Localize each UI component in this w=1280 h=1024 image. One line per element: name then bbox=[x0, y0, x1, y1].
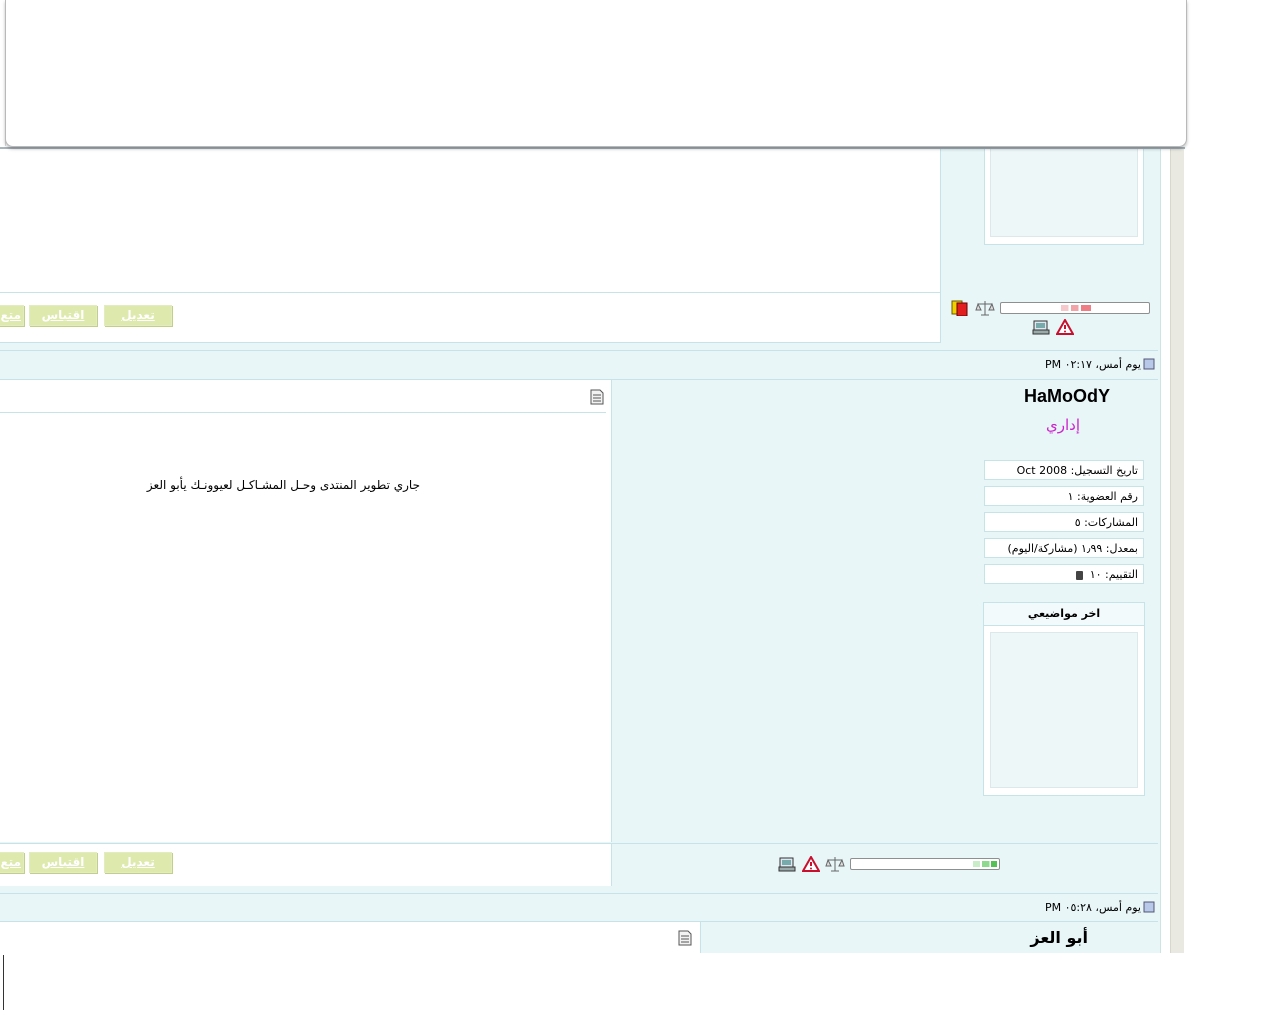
reputation-bar bbox=[850, 858, 1000, 870]
post-date: يوم أمس، ٠٢:١٧ PM bbox=[1044, 358, 1141, 371]
prev-more-button[interactable]: متع bbox=[0, 305, 24, 326]
latest-topics-title: اخر مواضيعي bbox=[984, 603, 1144, 626]
next-post-date: يوم أمس، ٠٥:٢٨ PM bbox=[1044, 901, 1141, 914]
post-title-divider bbox=[0, 412, 606, 413]
scales-icon[interactable] bbox=[975, 299, 995, 317]
next-post-header-bar bbox=[0, 893, 1158, 922]
post-header-bar bbox=[0, 350, 1158, 380]
popup-panel bbox=[5, 0, 1187, 147]
post-message-area bbox=[0, 380, 612, 842]
post-icon bbox=[1143, 358, 1155, 370]
edit-button[interactable]: تعديل bbox=[104, 852, 172, 873]
next-username[interactable]: أبو العز bbox=[960, 928, 1088, 947]
info-posts-count: المشاركات: ٥ bbox=[984, 512, 1144, 532]
rep-fill-red bbox=[1061, 305, 1091, 311]
info-join-date: تاريخ التسجيل: Oct 2008 bbox=[984, 460, 1144, 480]
page-bottom-blank bbox=[0, 953, 1280, 1024]
more-button[interactable]: متع bbox=[0, 852, 24, 873]
scroll-gutter bbox=[1170, 147, 1184, 953]
post-icon bbox=[1143, 901, 1155, 913]
info-posts-per-day: بمعدل: ١٫٩٩ (مشاركة/اليوم) bbox=[984, 538, 1144, 558]
user-title: إداري bbox=[1046, 416, 1080, 434]
prev-quote-button[interactable]: اقتباس bbox=[29, 305, 97, 326]
post-message-text: جاري تطوير المنتدى وحـل المشـاكـل لعيوون… bbox=[146, 478, 420, 492]
card-icon[interactable] bbox=[951, 300, 969, 317]
next-post-message-area bbox=[0, 922, 701, 953]
document-icon bbox=[678, 930, 692, 946]
latest-topics-list bbox=[990, 632, 1138, 788]
report-icon[interactable] bbox=[778, 856, 796, 872]
username[interactable]: HaMoOdY bbox=[960, 386, 1110, 407]
warning-icon[interactable] bbox=[801, 854, 821, 872]
edge-fragment-bottom bbox=[0, 955, 4, 1010]
quote-button[interactable]: اقتباس bbox=[29, 852, 97, 873]
prev-edit-button[interactable]: تعديل bbox=[104, 305, 172, 326]
document-icon bbox=[590, 389, 604, 405]
info-rating: التقييم: ١٠ bbox=[984, 564, 1144, 584]
scales-icon[interactable] bbox=[825, 855, 845, 873]
popup-divider bbox=[0, 147, 1185, 149]
prev-latest-topics-box bbox=[984, 149, 1144, 245]
info-member-number: رقم العضوية: ١ bbox=[984, 486, 1144, 506]
warning-icon[interactable] bbox=[1055, 317, 1075, 335]
rating-text: التقييم: ١٠ bbox=[1089, 568, 1138, 581]
prev-post-body bbox=[0, 149, 941, 293]
rating-icon bbox=[1076, 570, 1084, 580]
prev-reputation-bar bbox=[1000, 302, 1150, 314]
latest-topics-box: اخر مواضيعي bbox=[983, 602, 1145, 796]
report-icon[interactable] bbox=[1032, 319, 1050, 335]
rep-fill-green bbox=[973, 861, 997, 867]
